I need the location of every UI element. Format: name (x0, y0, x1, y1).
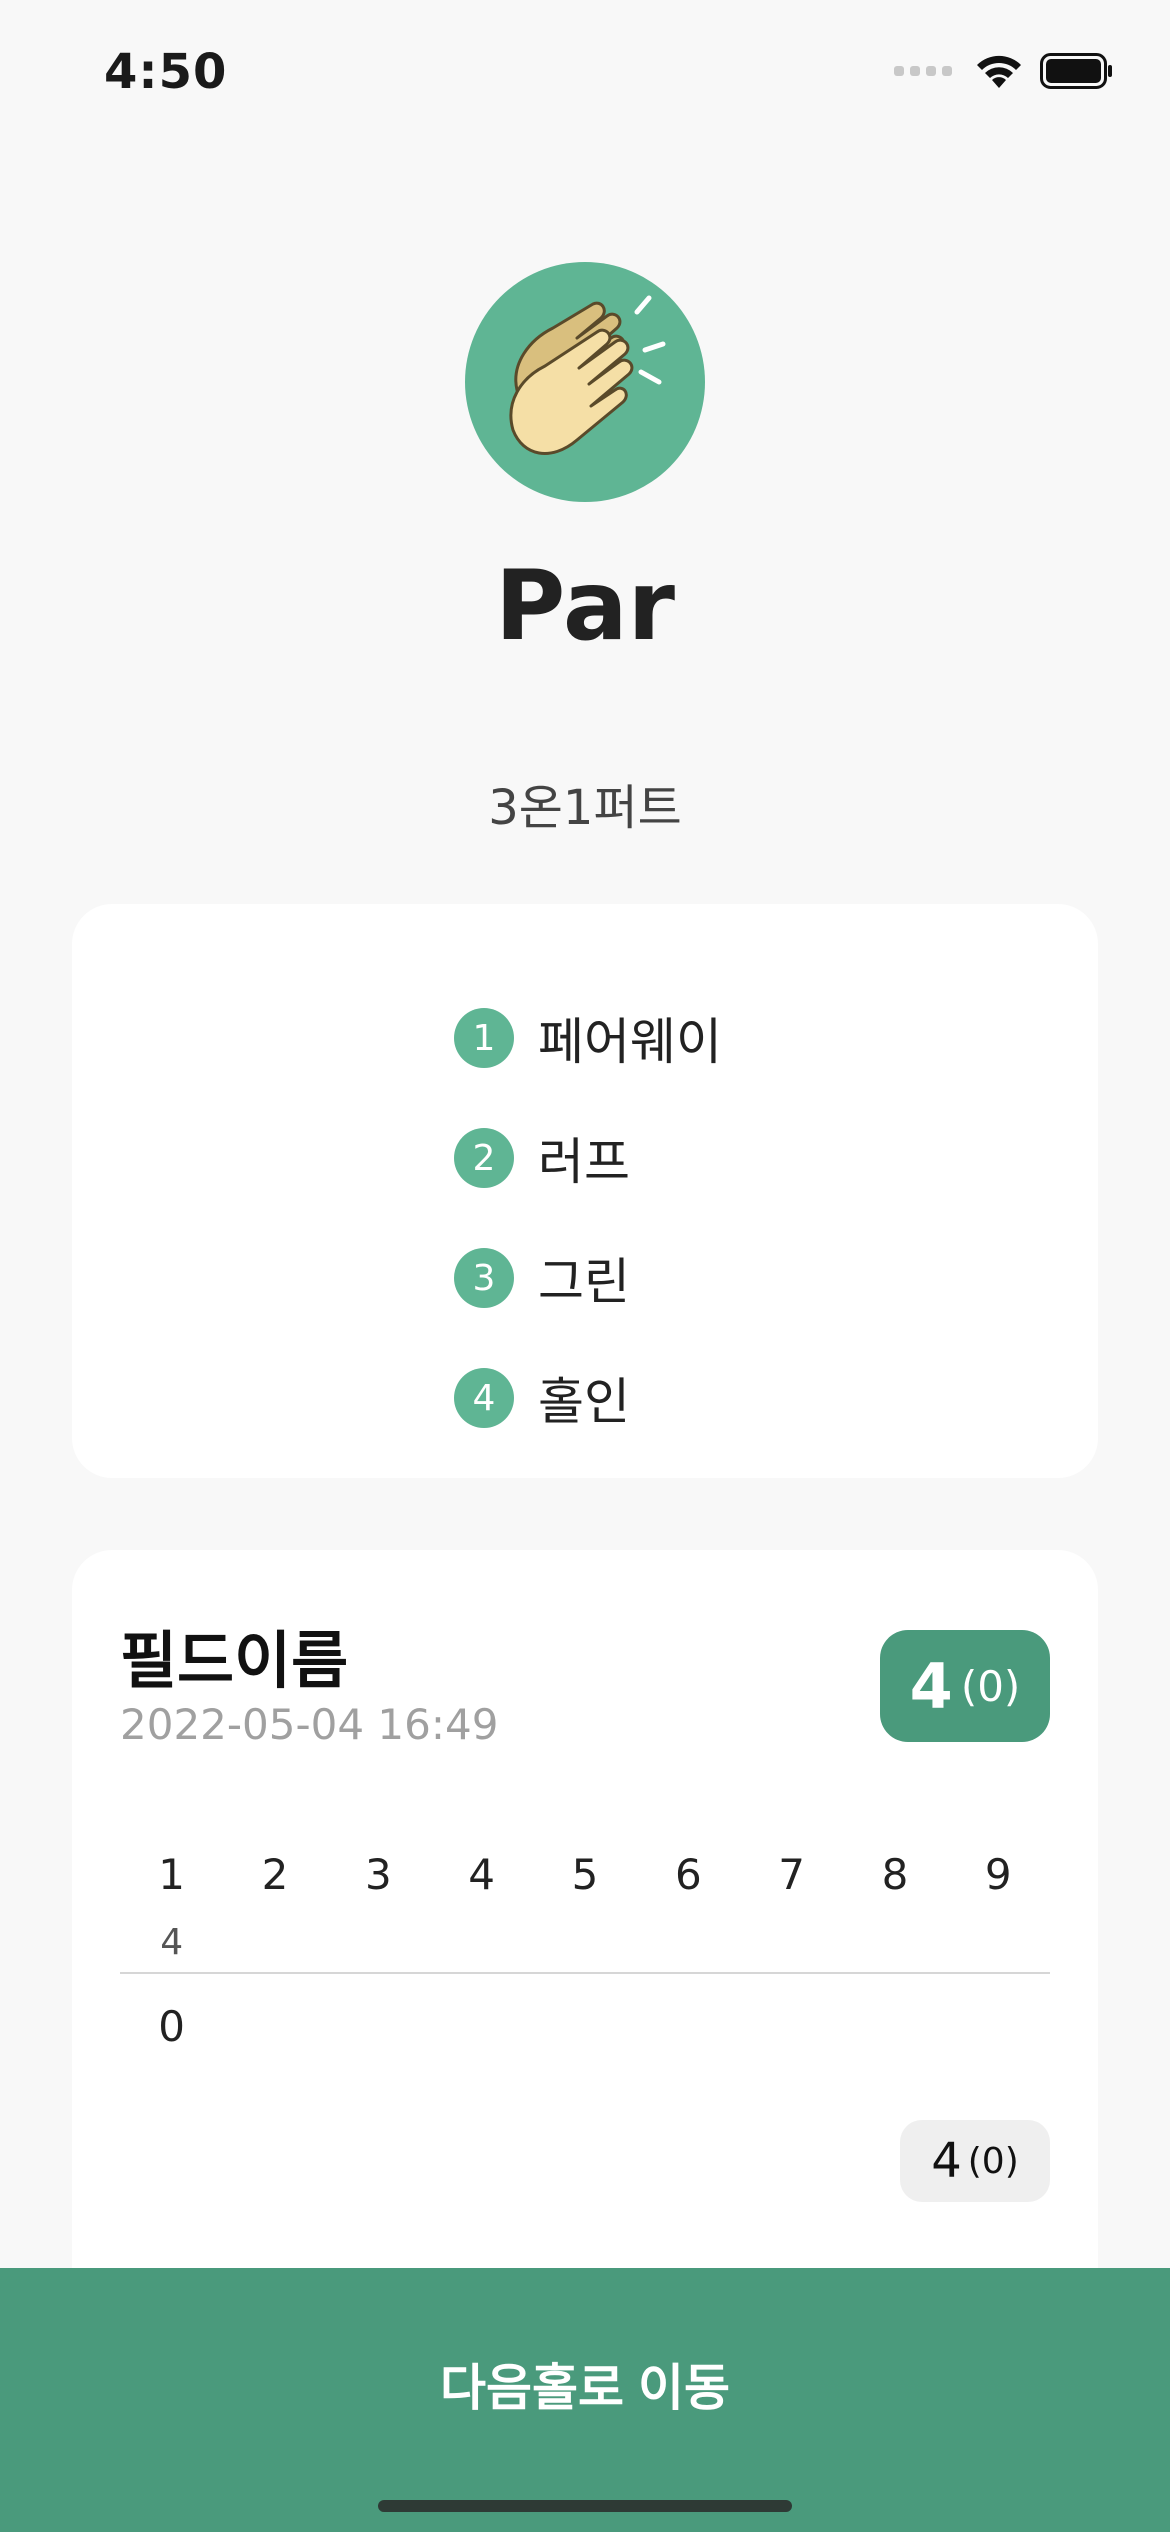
hole-score (533, 2002, 636, 2051)
shot-item: 4 홀인 (454, 1338, 722, 1458)
shot-label: 페어웨이 (538, 1013, 722, 1071)
clapping-hands-icon (465, 262, 705, 502)
scorecard-card: 필드이름 2022-05-04 16:49 4 (0) 1 2 3 4 5 6 … (72, 1550, 1098, 2350)
status-time: 4:50 (104, 44, 228, 100)
hole-number-row: 1 2 3 4 5 6 7 8 9 (120, 1850, 1050, 1899)
shot-list: 1 페어웨이 2 러프 3 그린 4 홀인 (454, 978, 722, 1458)
hole-par (533, 1922, 636, 1963)
hole-number: 7 (778, 1850, 805, 1899)
result-title: Par (495, 550, 675, 662)
hole-par (430, 1922, 533, 1963)
shot-item: 3 그린 (454, 1218, 722, 1338)
shot-label: 홀인 (538, 1373, 630, 1431)
total-score-badge: 4 (0) (880, 1630, 1050, 1742)
shot-number-badge: 3 (454, 1248, 514, 1308)
shot-label: 러프 (538, 1133, 630, 1191)
hole-score: 0 (158, 2002, 186, 2051)
hole-score-row: 0 (120, 2002, 1050, 2051)
hole-score (223, 2002, 326, 2051)
shot-number-badge: 1 (454, 1008, 514, 1068)
result-description: 3온1퍼트 (488, 780, 682, 836)
hole-par (740, 1922, 843, 1963)
hole-score (843, 2002, 946, 2051)
subtotal-diff: (0) (967, 2140, 1019, 2182)
subtotal-badge: 4 (0) (900, 2120, 1050, 2202)
hole-number: 9 (984, 1850, 1012, 1899)
shot-label: 그린 (538, 1253, 630, 1311)
shot-number-badge: 4 (454, 1368, 514, 1428)
hole-score (947, 2002, 1050, 2051)
subtotal-strokes: 4 (931, 2133, 962, 2189)
hole-score (740, 2002, 843, 2051)
battery-icon (1040, 53, 1112, 89)
hole-score (327, 2002, 430, 2051)
hole-number: 2 (261, 1850, 289, 1899)
scorecard-divider (120, 1972, 1050, 1974)
hole-number: 5 (571, 1850, 599, 1899)
hole-par (327, 1922, 430, 1963)
hole-par: 4 (160, 1922, 184, 1963)
round-date: 2022-05-04 16:49 (120, 1700, 499, 1749)
status-icons (894, 52, 1114, 90)
total-diff: (0) (960, 1661, 1021, 1711)
hole-par (223, 1922, 326, 1963)
hole-number: 8 (881, 1850, 909, 1899)
wifi-icon (977, 55, 1021, 88)
shot-item: 2 러프 (454, 1098, 722, 1218)
shot-number-badge: 2 (454, 1128, 514, 1188)
home-indicator (378, 2500, 792, 2512)
next-hole-button[interactable]: 다음홀로 이동 (0, 2268, 1170, 2532)
next-hole-label: 다음홀로 이동 (440, 2360, 730, 2416)
cellular-signal-icon (894, 66, 952, 76)
hole-par (947, 1922, 1050, 1963)
hole-number: 4 (468, 1850, 496, 1899)
hole-score (430, 2002, 533, 2051)
hole-number: 6 (674, 1850, 702, 1899)
hole-par-row: 4 (120, 1922, 1050, 1963)
hole-score (637, 2002, 740, 2051)
hole-par (843, 1922, 946, 1963)
shot-sequence-card: 1 페어웨이 2 러프 3 그린 4 홀인 (72, 904, 1098, 1478)
hole-number: 1 (158, 1850, 186, 1899)
status-bar: 4:50 (0, 0, 1170, 150)
hole-par (637, 1922, 740, 1963)
shot-item: 1 페어웨이 (454, 978, 722, 1098)
hole-number: 3 (364, 1850, 392, 1899)
field-name: 필드이름 (120, 1624, 349, 1697)
total-strokes: 4 (909, 1649, 953, 1723)
